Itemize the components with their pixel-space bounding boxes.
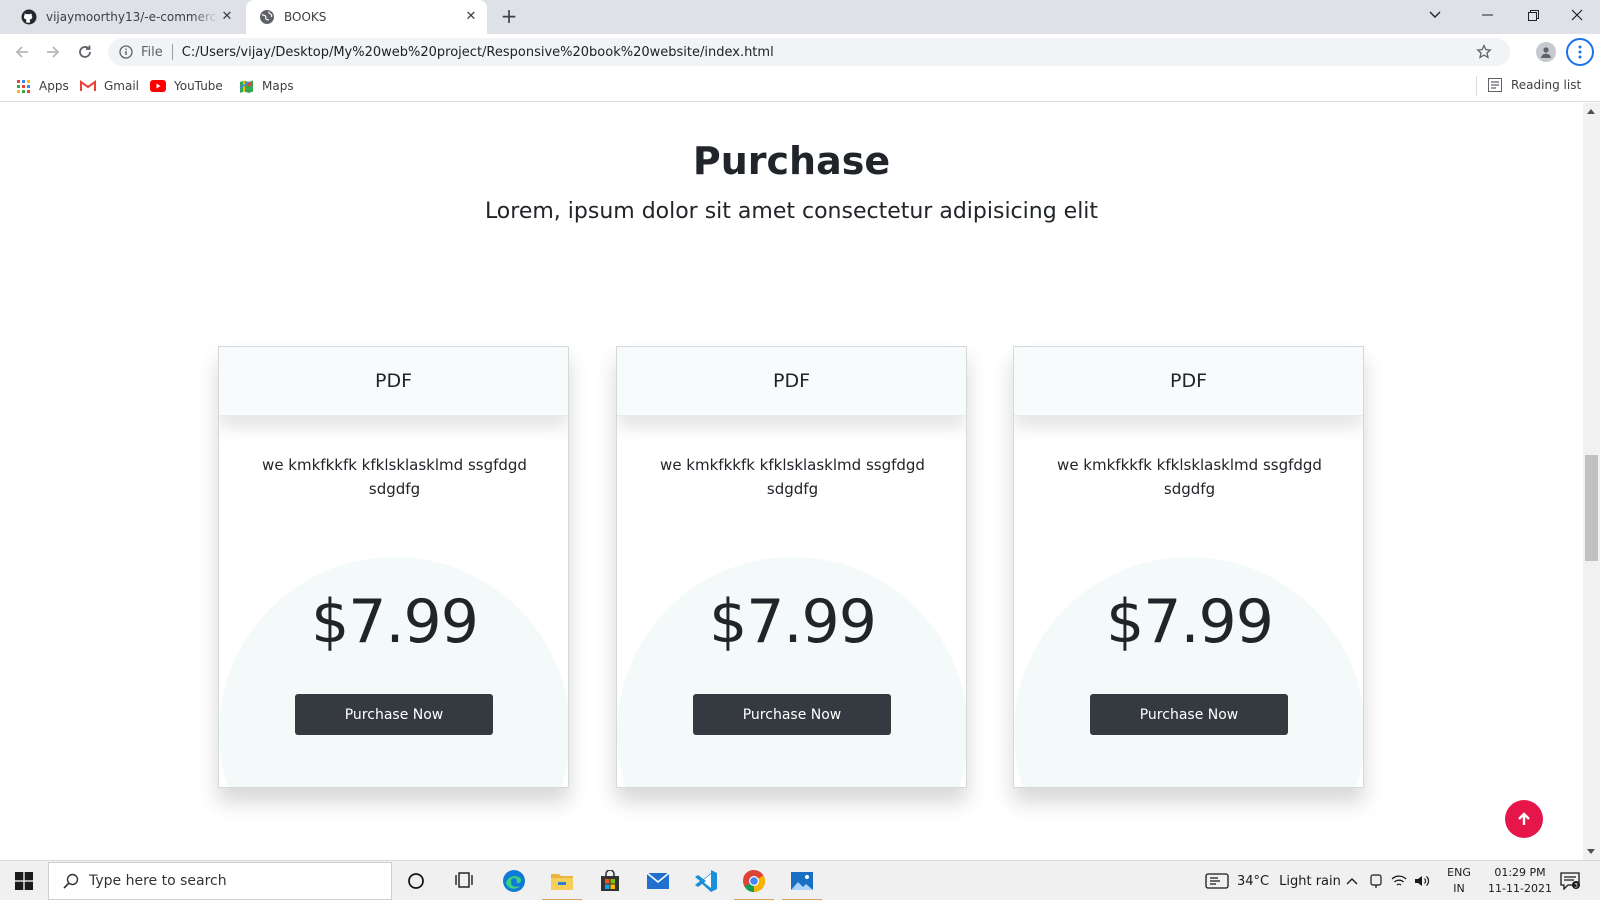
browser-tab-strip: vijaymoorthy13/-e-commerce-site ✕ BOOKS … xyxy=(0,0,1600,34)
card-format-header: PDF xyxy=(1014,347,1363,416)
url-text[interactable]: C:/Users/vijay/Desktop/My%20web%20projec… xyxy=(182,45,774,60)
restore-button[interactable] xyxy=(1510,0,1556,30)
purchase-now-button[interactable]: Purchase Now xyxy=(693,694,891,735)
github-icon xyxy=(21,9,37,25)
meet-now-icon[interactable] xyxy=(1369,861,1383,900)
purchase-now-button[interactable]: Purchase Now xyxy=(1090,694,1288,735)
pricing-card: PDF we kmkfkkfk kfklsklasklmd ssgfdgd sd… xyxy=(218,346,569,788)
browser-toolbar: File C:/Users/vijay/Desktop/My%20web%20p… xyxy=(0,34,1600,70)
profile-avatar-icon[interactable] xyxy=(1536,42,1556,62)
reading-list-button[interactable]: Reading list xyxy=(1476,76,1582,96)
system-clock[interactable]: 01:29 PM 11-11-2021 xyxy=(1478,865,1562,897)
bookmark-youtube[interactable]: YouTube xyxy=(150,78,223,94)
card-price: $7.99 xyxy=(311,587,479,657)
taskbar-search-box[interactable]: Type here to search xyxy=(48,862,392,900)
reload-icon[interactable] xyxy=(73,40,97,64)
forward-arrow-icon[interactable] xyxy=(41,40,65,64)
page-scrollbar[interactable] xyxy=(1583,103,1600,860)
close-window-button[interactable] xyxy=(1554,0,1600,30)
bookmark-apps[interactable]: Apps xyxy=(15,78,69,94)
maps-icon xyxy=(238,78,254,94)
card-description: we kmkfkkfk kfklsklasklmd ssgfdgd sdgdfg xyxy=(660,456,925,498)
section-subtitle: Lorem, ipsum dolor sit amet consectetur … xyxy=(484,199,1099,224)
card-format-header: PDF xyxy=(617,347,966,416)
apps-grid-icon xyxy=(15,78,31,94)
scroll-to-top-button[interactable] xyxy=(1505,800,1543,838)
windows-taskbar: Type here to search 34°C Light rain ENG … xyxy=(0,860,1600,900)
reading-list-icon xyxy=(1488,78,1502,92)
card-format-header: PDF xyxy=(219,347,568,416)
tab-title: vijaymoorthy13/-e-commerce-site xyxy=(46,10,218,24)
weather-temp: 34°C xyxy=(1237,873,1270,889)
bookmarks-bar: Apps Gmail YouTube Maps Reading list xyxy=(0,70,1600,102)
address-bar[interactable]: File C:/Users/vijay/Desktop/My%20web%20p… xyxy=(108,38,1510,66)
weather-condition: Light rain xyxy=(1279,873,1341,889)
tab-github[interactable]: vijaymoorthy13/-e-commerce-site ✕ xyxy=(8,0,243,34)
url-divider xyxy=(171,44,173,60)
language-code: ENG xyxy=(1447,866,1471,879)
gmail-icon xyxy=(80,78,96,94)
globe-icon xyxy=(259,9,275,25)
file-explorer-icon[interactable] xyxy=(538,861,586,900)
clock-date: 11-11-2021 xyxy=(1488,882,1552,895)
bookmark-maps[interactable]: Maps xyxy=(238,78,294,94)
windows-start-icon[interactable] xyxy=(0,861,48,900)
bookmark-label: Gmail xyxy=(104,79,140,93)
site-info-icon[interactable] xyxy=(118,44,134,60)
notifications-icon[interactable]: 3 xyxy=(1560,861,1580,900)
card-price: $7.99 xyxy=(709,587,877,657)
tab-title: BOOKS xyxy=(284,10,327,24)
scrollbar-thumb[interactable] xyxy=(1585,455,1598,561)
vscode-icon[interactable] xyxy=(682,861,730,900)
bookmark-label: Apps xyxy=(39,79,69,93)
language-region: IN xyxy=(1453,882,1465,895)
close-tab-icon[interactable]: ✕ xyxy=(219,9,235,25)
cortana-icon[interactable] xyxy=(392,861,440,900)
network-icon[interactable] xyxy=(1391,861,1407,900)
scroll-down-arrow-icon[interactable] xyxy=(1587,849,1595,854)
tab-search-chevron-icon[interactable] xyxy=(1412,0,1458,30)
mail-icon[interactable] xyxy=(634,861,682,900)
clock-time: 01:29 PM xyxy=(1494,866,1546,879)
weather-widget[interactable]: 34°C Light rain xyxy=(1205,861,1341,900)
card-price: $7.99 xyxy=(1106,587,1274,657)
youtube-icon xyxy=(150,78,166,94)
bookmark-label: YouTube xyxy=(174,79,223,93)
edge-icon[interactable] xyxy=(490,861,538,900)
card-description: we kmkfkkfk kfklsklasklmd ssgfdgd sdgdfg xyxy=(1057,456,1322,498)
scroll-up-arrow-icon[interactable] xyxy=(1587,109,1595,114)
weather-icon xyxy=(1205,873,1229,889)
show-hidden-icons-chevron-icon[interactable] xyxy=(1346,861,1358,900)
pricing-card: PDF we kmkfkkfk kfklsklasklmd ssgfdgd sd… xyxy=(616,346,967,788)
section-title: Purchase xyxy=(692,139,891,183)
pricing-card: PDF we kmkfkkfk kfklsklasklmd ssgfdgd sd… xyxy=(1013,346,1364,788)
search-placeholder: Type here to search xyxy=(89,873,227,889)
browser-menu-icon[interactable] xyxy=(1566,38,1594,66)
task-view-icon[interactable] xyxy=(440,861,488,900)
language-indicator[interactable]: ENG IN xyxy=(1442,865,1476,897)
back-arrow-icon[interactable] xyxy=(10,40,34,64)
volume-icon[interactable] xyxy=(1414,861,1430,900)
card-description: we kmkfkkfk kfklsklasklmd ssgfdgd sdgdfg xyxy=(262,456,527,498)
bookmark-star-icon[interactable] xyxy=(1476,43,1492,60)
new-tab-button[interactable]: + xyxy=(497,5,521,29)
search-icon xyxy=(63,873,79,889)
tab-books[interactable]: BOOKS ✕ xyxy=(246,0,487,34)
minimize-button[interactable] xyxy=(1464,0,1510,30)
page-viewport: Purchase Lorem, ipsum dolor sit amet con… xyxy=(0,103,1583,860)
bookmark-gmail[interactable]: Gmail xyxy=(80,78,139,94)
close-tab-icon[interactable]: ✕ xyxy=(463,9,479,25)
photos-icon[interactable] xyxy=(778,861,826,900)
bookmark-label: Maps xyxy=(262,79,294,93)
reading-list-label: Reading list xyxy=(1511,78,1582,92)
svg-text:3: 3 xyxy=(1574,882,1578,889)
chrome-icon[interactable] xyxy=(730,861,778,900)
purchase-now-button[interactable]: Purchase Now xyxy=(295,694,493,735)
store-icon[interactable] xyxy=(586,861,634,900)
url-scheme-label: File xyxy=(141,44,163,60)
arrow-up-icon xyxy=(1516,811,1532,827)
